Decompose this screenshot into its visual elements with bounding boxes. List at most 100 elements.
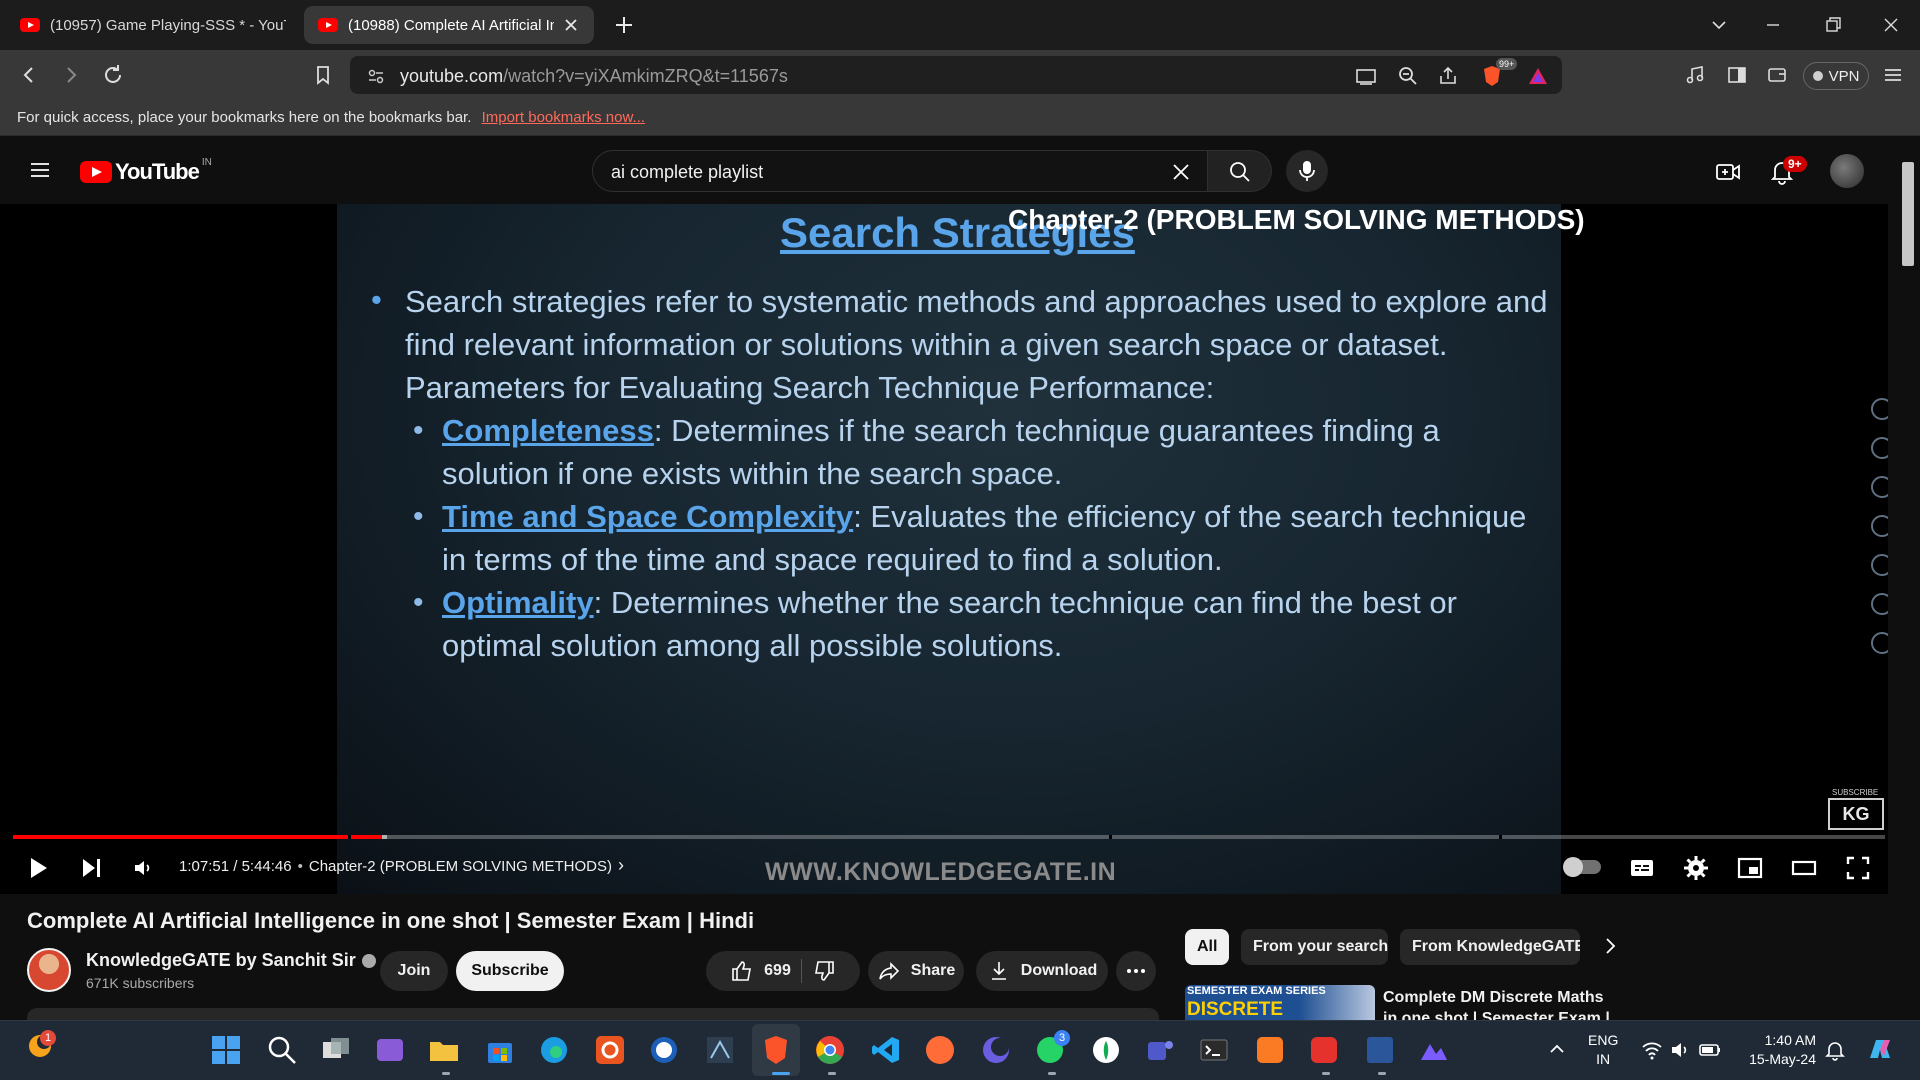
- brave-rewards-icon[interactable]: [1526, 64, 1550, 88]
- fullscreen-icon[interactable]: [1844, 854, 1872, 882]
- task-view-icon[interactable]: [320, 1034, 352, 1066]
- video-player[interactable]: Search Strategies Search strategies refe…: [0, 204, 1888, 894]
- browser-tab-complete-ai[interactable]: (10988) Complete AI Artificial Intellige…: [304, 6, 594, 44]
- volume-icon[interactable]: [130, 854, 158, 882]
- chapter-button[interactable]: Chapter-2 (PROBLEM SOLVING METHODS): [309, 858, 612, 875]
- clipchamp-icon[interactable]: [374, 1034, 406, 1066]
- new-tab-plus-icon[interactable]: [612, 13, 636, 37]
- join-button[interactable]: Join: [380, 951, 448, 991]
- vscode-icon[interactable]: [870, 1034, 902, 1066]
- youtube-logo[interactable]: YouTube IN: [80, 156, 212, 185]
- share-page-icon[interactable]: [1436, 64, 1460, 88]
- restore-window-icon[interactable]: [1820, 12, 1846, 38]
- guide-menu-icon[interactable]: [28, 158, 52, 182]
- windows-start-icon[interactable]: [210, 1034, 242, 1066]
- description-box[interactable]: [27, 1008, 1159, 1020]
- settings-gear-icon[interactable]: [1682, 854, 1710, 882]
- more-actions-button[interactable]: [1116, 951, 1156, 991]
- wps-office-icon[interactable]: [1308, 1034, 1340, 1066]
- recommendation-thumbnail[interactable]: SEMESTER EXAM SERIES DISCRETE: [1185, 985, 1375, 1021]
- battery-icon[interactable]: [1698, 1038, 1722, 1062]
- wifi-icon[interactable]: [1640, 1038, 1664, 1062]
- region-code: IN: [201, 156, 212, 168]
- app-chart-icon[interactable]: [1418, 1034, 1450, 1066]
- teams-icon[interactable]: [1144, 1034, 1176, 1066]
- microsoft-store-icon[interactable]: [484, 1034, 516, 1066]
- show-hidden-icons-chevron-icon[interactable]: [1546, 1038, 1568, 1060]
- theater-mode-icon[interactable]: [1790, 854, 1818, 882]
- app-w-icon[interactable]: [648, 1034, 680, 1066]
- ubuntu-icon[interactable]: [594, 1034, 626, 1066]
- bookmark-icon[interactable]: [310, 62, 336, 88]
- download-button[interactable]: Download: [976, 951, 1108, 991]
- minimize-icon[interactable]: [1760, 12, 1786, 38]
- page-scrollbar[interactable]: [1896, 140, 1920, 1020]
- sidebar-toggle-icon[interactable]: [1724, 62, 1750, 88]
- miniplayer-icon[interactable]: [1736, 854, 1764, 882]
- progress-bar[interactable]: [13, 835, 1885, 839]
- wallet-icon[interactable]: [1764, 62, 1790, 88]
- channel-watermark-badge[interactable]: KG: [1828, 798, 1884, 830]
- chevron-right-icon[interactable]: [1598, 934, 1622, 958]
- create-video-icon[interactable]: [1714, 158, 1742, 186]
- like-icon[interactable]: [730, 959, 754, 983]
- notification-center-icon[interactable]: [1823, 1038, 1847, 1062]
- postman-icon[interactable]: [924, 1034, 956, 1066]
- file-explorer-icon[interactable]: [428, 1034, 460, 1066]
- close-tab-icon[interactable]: [562, 16, 580, 34]
- vpn-button[interactable]: VPN: [1803, 62, 1869, 90]
- channel-avatar[interactable]: [27, 948, 71, 992]
- address-bar[interactable]: youtube.com/watch?v=yiXAmkimZRQ&t=11567s…: [350, 56, 1562, 94]
- edge-browser-icon[interactable]: [538, 1034, 570, 1066]
- speaker-icon[interactable]: [1668, 1038, 1692, 1062]
- voice-search-button[interactable]: [1286, 150, 1328, 192]
- copilot-icon[interactable]: [1864, 1034, 1896, 1066]
- bookmarks-bar: For quick access, place your bookmarks h…: [0, 100, 1920, 136]
- subscribe-button[interactable]: Subscribe: [456, 951, 564, 991]
- clear-search-icon[interactable]: [1169, 160, 1193, 184]
- zoom-icon[interactable]: [1396, 64, 1420, 88]
- word-icon[interactable]: [1364, 1034, 1396, 1066]
- import-bookmarks-link[interactable]: Import bookmarks now...: [482, 109, 645, 126]
- input-language[interactable]: ENG IN: [1588, 1031, 1618, 1069]
- forward-arrow-icon[interactable]: [58, 62, 84, 88]
- subtitles-icon[interactable]: [1628, 854, 1656, 882]
- media-music-icon[interactable]: [1682, 62, 1708, 88]
- account-avatar[interactable]: [1830, 154, 1864, 188]
- recommendation-title[interactable]: Complete DM Discrete Maths in one shot |…: [1383, 987, 1613, 1021]
- xampp-icon[interactable]: [1254, 1034, 1286, 1066]
- search-input[interactable]: ai complete playlist: [592, 150, 1208, 192]
- system-clock[interactable]: 1:40 AM 15-May-24: [1740, 1031, 1816, 1069]
- chip-all[interactable]: All: [1185, 929, 1229, 965]
- mongodb-compass-icon[interactable]: [1090, 1034, 1122, 1066]
- taskbar-search-icon[interactable]: [266, 1034, 298, 1066]
- search-button[interactable]: [1208, 150, 1272, 192]
- brave-shields-count: 99+: [1496, 58, 1518, 70]
- terminal-icon[interactable]: [1198, 1034, 1230, 1066]
- brave-browser-icon[interactable]: [760, 1034, 792, 1066]
- autoplay-toggle[interactable]: [1563, 857, 1601, 877]
- back-arrow-icon[interactable]: [16, 62, 42, 88]
- menu-icon[interactable]: [1880, 62, 1906, 88]
- whatsapp-badge: 3: [1054, 1030, 1070, 1046]
- scrollbar-thumb[interactable]: [1902, 162, 1914, 266]
- play-icon[interactable]: [24, 854, 52, 882]
- dislike-icon[interactable]: [812, 959, 836, 983]
- vpn-label: VPN: [1828, 67, 1860, 85]
- site-settings-icon[interactable]: [364, 64, 388, 88]
- reload-icon[interactable]: [100, 62, 126, 88]
- tab-search-chevron-icon[interactable]: [1706, 12, 1732, 38]
- search-query: ai complete playlist: [611, 162, 764, 182]
- close-window-icon[interactable]: [1878, 12, 1904, 38]
- share-button[interactable]: Share: [868, 951, 964, 991]
- download-icon: [991, 962, 1006, 980]
- sql-tool-icon[interactable]: [704, 1034, 736, 1066]
- channel-name[interactable]: KnowledgeGATE by Sanchit Sir: [86, 950, 376, 971]
- chip-from-your-search[interactable]: From your search: [1241, 929, 1388, 965]
- cast-icon[interactable]: [1354, 64, 1378, 88]
- chrome-icon[interactable]: [814, 1034, 846, 1066]
- chip-from-knowledgegate[interactable]: From KnowledgeGATE by Sanchit Sir: [1400, 929, 1580, 965]
- browser-tab-game-playing[interactable]: (10957) Game Playing-SSS * - YouTube: [6, 6, 300, 44]
- app-moon-icon[interactable]: [980, 1034, 1012, 1066]
- next-video-icon[interactable]: [78, 854, 106, 882]
